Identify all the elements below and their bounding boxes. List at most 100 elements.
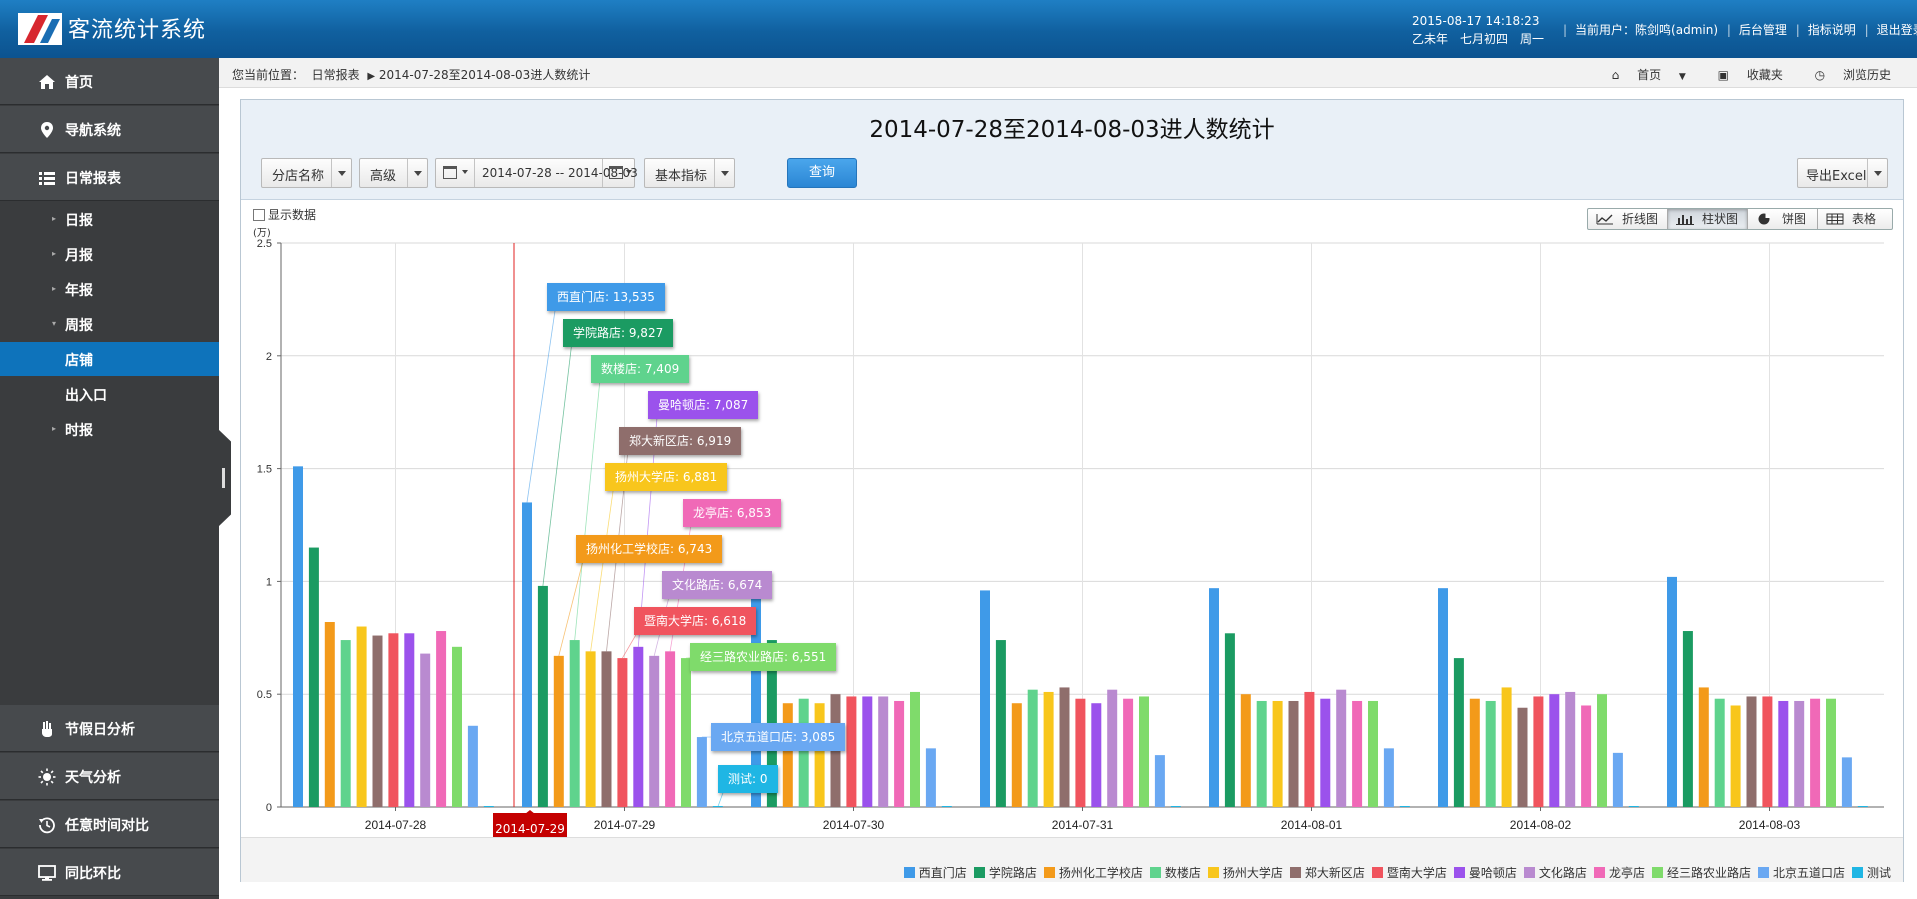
bar	[1320, 698, 1331, 807]
bar	[1240, 694, 1251, 807]
legend-swatch	[1523, 867, 1535, 878]
tab-bar-chart[interactable]: 柱状图	[1668, 209, 1748, 229]
tab-label: 折线图	[1622, 212, 1659, 226]
sidebar-sub-stores[interactable]: 店铺	[0, 342, 219, 376]
legend-item[interactable]: 龙亭店	[1593, 864, 1645, 881]
history-label: 浏览历史	[1842, 68, 1891, 82]
home-shortcut[interactable]: ⌂ 首页 ▼	[1598, 68, 1686, 82]
legend-item[interactable]: 北京五道口店	[1757, 864, 1845, 881]
legend-swatch	[1651, 867, 1663, 878]
legend-swatch	[1043, 867, 1055, 878]
sidebar-sub-monthly[interactable]: ▸ 月报	[0, 237, 219, 271]
bar	[1438, 588, 1448, 807]
location-pin-icon	[41, 122, 53, 138]
tooltip-leader-line	[558, 548, 587, 656]
bar	[1667, 576, 1677, 807]
sidebar-sub-daily[interactable]: ▸ 日报	[0, 202, 219, 236]
bar	[1336, 689, 1347, 807]
legend-item[interactable]: 曼哈顿店	[1453, 864, 1517, 881]
sidebar-item-home[interactable]: 首页	[0, 58, 219, 105]
x-tick-label: 2014-07-28	[365, 818, 427, 832]
legend-label: 测试	[1866, 866, 1891, 880]
sidebar: 首页 导航系统 日常报表 ▸ 日报 ▸ 月报 ▸ 年报 ▾ 周报 店铺 出入口 ▸ 时报 …	[0, 58, 219, 899]
show-data-checkbox[interactable]: 显示数据	[253, 206, 316, 223]
sidebar-item-daily-reports[interactable]: 日常报表	[0, 154, 219, 201]
bar	[1043, 691, 1054, 807]
tab-label: 表格	[1852, 212, 1877, 226]
tooltip-label: 扬州大学店: 6,881	[605, 463, 728, 491]
bar-chart-icon	[1676, 215, 1694, 225]
legend-label: 暨南大学店	[1386, 866, 1447, 880]
tab-line-chart[interactable]: 折线图	[1588, 209, 1668, 229]
sidebar-collapse-handle[interactable]	[219, 430, 231, 526]
bar	[1533, 696, 1544, 807]
legend-item[interactable]: 扬州大学店	[1207, 864, 1283, 881]
tab-table[interactable]: 表格	[1818, 209, 1894, 229]
sidebar-sub-label: 日报	[65, 213, 93, 229]
admin-link[interactable]: 后台管理	[1739, 23, 1787, 37]
legend-item[interactable]: 扬州化工学校店	[1043, 864, 1143, 881]
sidebar-sub-entrances[interactable]: 出入口	[0, 377, 219, 411]
breadcrumb-section[interactable]: 日常报表	[312, 68, 360, 82]
bar	[1368, 700, 1378, 807]
legend-item[interactable]: 郑大新区店	[1289, 864, 1365, 881]
bar	[340, 640, 351, 807]
briefcase-icon: ▣	[1717, 68, 1729, 82]
bar	[585, 651, 596, 807]
bar	[601, 651, 612, 807]
help-link[interactable]: 指标说明	[1808, 23, 1856, 37]
legend-item[interactable]: 暨南大学店	[1371, 864, 1447, 881]
legend-item[interactable]: 西直门店	[903, 864, 967, 881]
tooltip-label: 测试: 0	[718, 765, 778, 793]
bar	[1059, 687, 1070, 807]
bar	[1714, 698, 1725, 807]
sidebar-item-holiday-analysis[interactable]: 节假日分析	[0, 705, 219, 752]
header-links: |当前用户：陈剑鸣(admin) |后台管理 |指标说明 |退出登录	[1558, 21, 1917, 38]
bar	[925, 748, 936, 807]
bar	[1698, 687, 1709, 807]
tooltip-leader-line	[574, 368, 602, 641]
bar	[862, 696, 873, 807]
checkbox-box[interactable]	[253, 209, 265, 221]
line-chart-icon	[1596, 214, 1613, 225]
legend-item[interactable]: 测试	[1851, 864, 1891, 881]
sidebar-item-navigation[interactable]: 导航系统	[0, 106, 219, 153]
legend-item[interactable]: 数楼店	[1149, 864, 1201, 881]
sidebar-item-weather-analysis[interactable]: 天气分析	[0, 753, 219, 800]
home-icon: ⌂	[1611, 68, 1620, 82]
logout-link[interactable]: 退出登录	[1877, 23, 1917, 37]
bar	[537, 585, 548, 807]
bar	[1170, 806, 1181, 807]
legend-label: 西直门店	[918, 866, 967, 880]
y-tick-label: 2.5	[257, 238, 272, 250]
bar	[1091, 703, 1102, 807]
legend-label: 学院路店	[988, 866, 1037, 880]
sidebar-sub-yearly[interactable]: ▸ 年报	[0, 272, 219, 306]
breadcrumb-tools: ⌂ 首页 ▼ ▣ 收藏夹 ◷ 浏览历史	[1584, 66, 1891, 83]
lunar-date-text: 乙未年 七月初四 周一	[1412, 32, 1545, 46]
chevron-down-icon: ▼	[1678, 72, 1686, 82]
bar	[467, 725, 478, 807]
tooltip-label: 数楼店: 7,409	[591, 355, 690, 383]
sidebar-sub-weekly[interactable]: ▾ 周报	[0, 307, 219, 341]
bar	[649, 655, 660, 807]
legend-item[interactable]: 经三路农业路店	[1651, 864, 1751, 881]
history-link[interactable]: ◷ 浏览历史	[1801, 68, 1891, 82]
sidebar-item-time-compare[interactable]: 任意时间对比	[0, 801, 219, 848]
history-icon	[39, 817, 55, 834]
sidebar-sub-label: 时报	[65, 423, 93, 439]
sidebar-sub-label: 周报	[65, 318, 93, 334]
caret-right-icon: ▸	[52, 214, 57, 223]
sidebar-item-label: 节假日分析	[65, 722, 135, 738]
legend-item[interactable]: 文化路店	[1523, 864, 1587, 881]
legend-item[interactable]: 学院路店	[973, 864, 1037, 881]
caret-down-icon: ▾	[52, 319, 57, 328]
tooltip-label: 经三路农业路店: 6,551	[690, 643, 837, 671]
sidebar-sub-hourly[interactable]: ▸ 时报	[0, 412, 219, 446]
y-tick-label: 0	[266, 802, 272, 814]
favorites-link[interactable]: ▣ 收藏夹	[1704, 68, 1783, 82]
sidebar-item-yoy-mom[interactable]: 同比环比	[0, 849, 219, 896]
tab-pie-chart[interactable]: 饼图	[1748, 209, 1818, 229]
bar	[1027, 689, 1038, 807]
bar	[522, 502, 532, 807]
